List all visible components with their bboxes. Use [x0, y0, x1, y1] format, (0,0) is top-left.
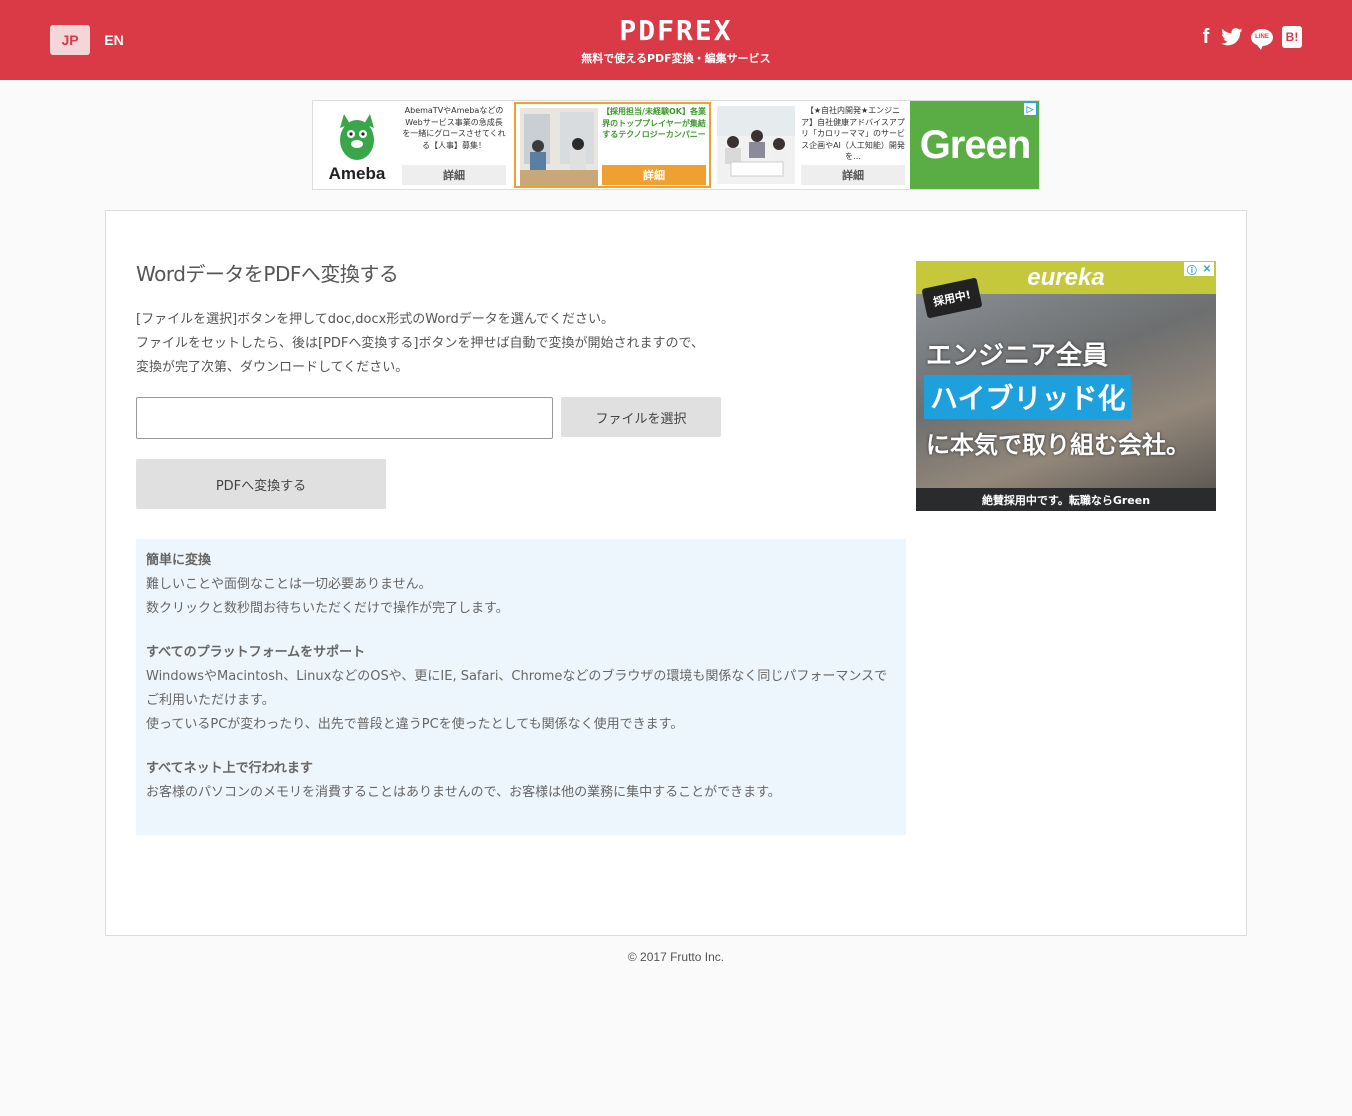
ad-footer: 絶賛採用中です。転職ならGreen: [916, 488, 1216, 511]
feature-heading: すべてネット上で行われます: [146, 761, 313, 776]
adchoices-icon[interactable]: ⓘ ✕: [1184, 262, 1214, 277]
instruction-line: ファイルをセットしたら、後は[PDFへ変換する]ボタンを押せば自動で変換が開始さ…: [136, 336, 704, 351]
top-ad-banner[interactable]: Ameba AbemaTVやAmebaなどのWebサービス事業の急成長を一緒にグ…: [312, 100, 1040, 190]
instruction-line: 変換が完了次第、ダウンロードしてください。: [136, 360, 409, 375]
feature-text: 使っているPCが変わったり、出先で普段と違うPCを使ったとしても関係なく使用でき…: [146, 717, 684, 732]
ad-unit-ameba[interactable]: Ameba AbemaTVやAmebaなどのWebサービス事業の急成長を一緒にグ…: [314, 102, 512, 188]
ad-text[interactable]: 【★自社内開発★エンジニア】自社健康アドバイスアプリ「カロリーママ」のサービス企…: [801, 105, 905, 161]
feature-text: WindowsやMacintosh、LinuxなどのOSや、更にIE, Safa…: [146, 669, 888, 708]
ad-headline-3: に本気で取り組む会社。: [926, 431, 1190, 459]
feature-heading: 簡単に変換: [146, 553, 212, 568]
twitter-icon[interactable]: [1221, 26, 1243, 48]
feature-online: すべてネット上で行われます お客様のパソコンのメモリを消費することはありませんの…: [146, 757, 896, 805]
facebook-icon[interactable]: f: [1198, 26, 1214, 48]
ad-detail-button[interactable]: 詳細: [801, 165, 905, 185]
ad-detail-button[interactable]: 詳細: [402, 165, 506, 185]
feature-easy: 簡単に変換 難しいことや面倒なことは一切必要ありません。 数クリックと数秒間お待…: [146, 549, 896, 621]
feature-heading: すべてのプラットフォームをサポート: [146, 645, 366, 660]
copyright: © 2017 Frutto Inc.: [627, 950, 725, 964]
adchoices-icon[interactable]: ▷: [1023, 102, 1037, 116]
ad-text[interactable]: 【採用担当/未経験OK】各業界のトッププレイヤーが集結するテクノロジーカンパニー: [602, 106, 706, 162]
svg-text:Ameba: Ameba: [329, 164, 386, 183]
ameba-logo: Ameba: [318, 106, 396, 184]
ad-photo: [520, 108, 598, 186]
features-box: 簡単に変換 難しいことや面倒なことは一切必要ありません。 数クリックと数秒間お待…: [136, 539, 906, 835]
site-header: JP EN PDFREX 無料で使えるPDF変換・編集サービス f LINE B…: [0, 0, 1352, 80]
file-name-field[interactable]: [136, 397, 553, 439]
instructions: [ファイルを選択]ボタンを押してdoc,docx形式のWordデータを選んでくだ…: [136, 308, 876, 380]
site-logo[interactable]: PDFREX: [0, 14, 1352, 47]
site-tagline: 無料で使えるPDF変換・編集サービス: [581, 52, 771, 65]
ad-detail-button[interactable]: 詳細: [602, 165, 706, 185]
feature-text: 数クリックと数秒間お待ちいただくだけで操作が完了します。: [146, 601, 509, 616]
feature-platform: すべてのプラットフォームをサポート WindowsやMacintosh、Linu…: [146, 641, 896, 737]
choose-file-button[interactable]: ファイルを選択: [561, 397, 721, 437]
ad-headline-1: エンジニア全員: [926, 341, 1109, 371]
ad-headline-2: ハイブリッド化: [924, 375, 1132, 419]
ad-unit-tech[interactable]: 【採用担当/未経験OK】各業界のトッププレイヤーが集結するテクノロジーカンパニー…: [514, 102, 711, 188]
convert-to-pdf-button[interactable]: PDFへ変換する: [136, 459, 386, 509]
side-ad-banner[interactable]: eureka ⓘ ✕ 採用中! エンジニア全員 ハイブリッド化 に本気で取り組む会…: [916, 261, 1216, 511]
green-logo[interactable]: Green: [910, 101, 1039, 189]
feature-text: 難しいことや面倒なことは一切必要ありません。: [146, 577, 432, 592]
page-title: WordデータをPDFへ変換する: [136, 262, 399, 286]
ad-text[interactable]: AbemaTVやAmebaなどのWebサービス事業の急成長を一緒にグロースさせて…: [402, 105, 506, 161]
instruction-line: [ファイルを選択]ボタンを押してdoc,docx形式のWordデータを選んでくだ…: [136, 312, 615, 327]
line-icon[interactable]: LINE: [1250, 26, 1274, 50]
ad-unit-calorie[interactable]: 【★自社内開発★エンジニア】自社健康アドバイスアプリ「カロリーママ」のサービス企…: [713, 102, 910, 188]
hatena-bookmark-icon[interactable]: B!: [1282, 26, 1302, 48]
ad-photo: [717, 106, 795, 184]
feature-text: お客様のパソコンのメモリを消費することはありませんので、お客様は他の業務に集中す…: [146, 785, 781, 800]
